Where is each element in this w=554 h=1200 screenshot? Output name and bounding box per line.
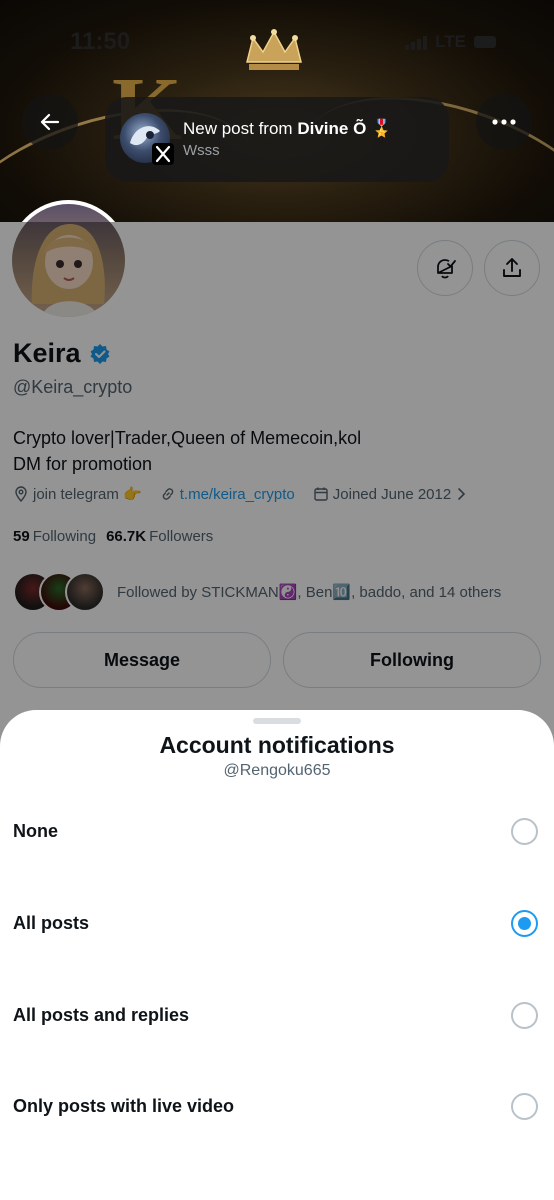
option-none[interactable]: None bbox=[0, 801, 554, 861]
status-indicators: LTE bbox=[405, 32, 496, 52]
option-label: All posts bbox=[13, 912, 90, 933]
option-label: None bbox=[13, 820, 58, 841]
option-all-posts[interactable]: All posts bbox=[0, 893, 554, 953]
arrow-left-icon bbox=[40, 113, 60, 131]
account-notifications-sheet: Account notifications @Rengoku665 None A… bbox=[0, 710, 554, 1200]
radio-button-selected[interactable] bbox=[511, 909, 538, 937]
toast-author: Divine Õ 🎖️ bbox=[297, 119, 393, 138]
x-logo-icon bbox=[152, 143, 174, 165]
more-horizontal-icon bbox=[492, 119, 516, 125]
radio-button[interactable] bbox=[511, 817, 538, 845]
toast-title-prefix: New post from bbox=[183, 119, 293, 138]
toast-title: New post from Divine Õ 🎖️ bbox=[183, 119, 392, 139]
option-all-posts-and-replies[interactable]: All posts and replies bbox=[0, 985, 554, 1045]
network-label: LTE bbox=[435, 32, 466, 51]
sheet-title: Account notifications bbox=[159, 732, 395, 758]
sheet-grabber[interactable] bbox=[253, 718, 301, 724]
notification-toast[interactable]: New post from Divine Õ 🎖️ Wsss bbox=[105, 97, 449, 182]
battery-icon bbox=[474, 36, 496, 48]
option-label: Only posts with live video bbox=[13, 1095, 235, 1116]
status-time: 11:50 bbox=[70, 28, 131, 55]
radio-button[interactable] bbox=[511, 1001, 538, 1029]
more-options-button[interactable] bbox=[476, 94, 532, 150]
option-live-video[interactable]: Only posts with live video bbox=[0, 1076, 554, 1136]
option-label: All posts and replies bbox=[13, 1004, 190, 1025]
toast-body: Wsss bbox=[183, 142, 220, 159]
signal-icon bbox=[405, 34, 428, 50]
back-button[interactable] bbox=[22, 94, 78, 150]
status-bar: 11:50 LTE bbox=[0, 0, 554, 80]
sheet-subtitle: @Rengoku665 bbox=[223, 762, 331, 779]
radio-button[interactable] bbox=[511, 1092, 538, 1120]
